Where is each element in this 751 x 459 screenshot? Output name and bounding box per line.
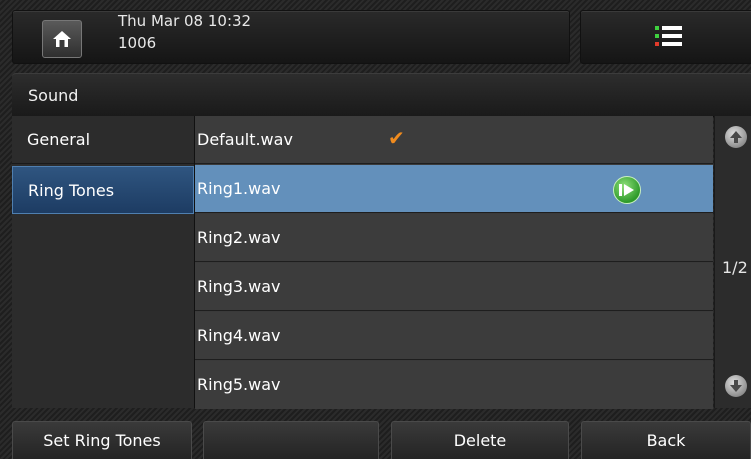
list-item[interactable]: Ring4.wav [195, 312, 713, 360]
list-item[interactable]: Ring1.wav [195, 165, 713, 213]
play-icon[interactable] [613, 176, 641, 204]
scroll-up-button[interactable] [725, 126, 747, 148]
list-item-label: Default.wav [197, 130, 293, 149]
status-panel [12, 10, 570, 64]
list-item-label: Ring2.wav [197, 228, 281, 247]
list-item-label: Ring1.wav [197, 179, 281, 198]
empty-softkey[interactable] [203, 421, 379, 459]
home-icon [53, 31, 71, 47]
arrow-down-icon [730, 380, 742, 392]
scroll-down-button[interactable] [725, 375, 747, 397]
account-label: 1006 [118, 34, 157, 52]
menu-list-icon[interactable] [655, 24, 683, 48]
sidebar-item-ring-tones[interactable]: Ring Tones [12, 166, 194, 214]
status-bar: Thu Mar 08 10:32 1006 [0, 0, 751, 66]
page-indicator: 1/2 [722, 258, 748, 277]
page-title: Sound [28, 86, 79, 105]
ringtone-list: Default.wav ✔ Ring1.wav Ring2.wav Ring3.… [195, 116, 713, 409]
play-glyph [619, 184, 634, 196]
list-item-label: Ring5.wav [197, 375, 281, 394]
list-item-label: Ring3.wav [197, 277, 281, 296]
list-item[interactable]: Ring3.wav [195, 263, 713, 311]
sidebar: General Ring Tones [12, 116, 195, 408]
list-item-label: Ring4.wav [197, 326, 281, 345]
sidebar-item-label: General [27, 130, 91, 149]
sidebar-item-label: Ring Tones [28, 181, 115, 200]
checkmark-icon: ✔ [388, 126, 405, 150]
list-item[interactable]: Default.wav ✔ [195, 116, 713, 164]
set-ring-tones-button[interactable]: Set Ring Tones [12, 421, 192, 459]
list-item[interactable]: Ring2.wav [195, 214, 713, 262]
back-button[interactable]: Back [581, 421, 751, 459]
delete-button[interactable]: Delete [391, 421, 569, 459]
home-button[interactable] [42, 20, 82, 58]
sidebar-item-general[interactable]: General [12, 116, 194, 164]
page-title-bar: Sound [12, 73, 751, 117]
date-time: Thu Mar 08 10:32 [118, 12, 252, 30]
arrow-up-icon [730, 131, 742, 143]
list-item[interactable]: Ring5.wav [195, 361, 713, 409]
